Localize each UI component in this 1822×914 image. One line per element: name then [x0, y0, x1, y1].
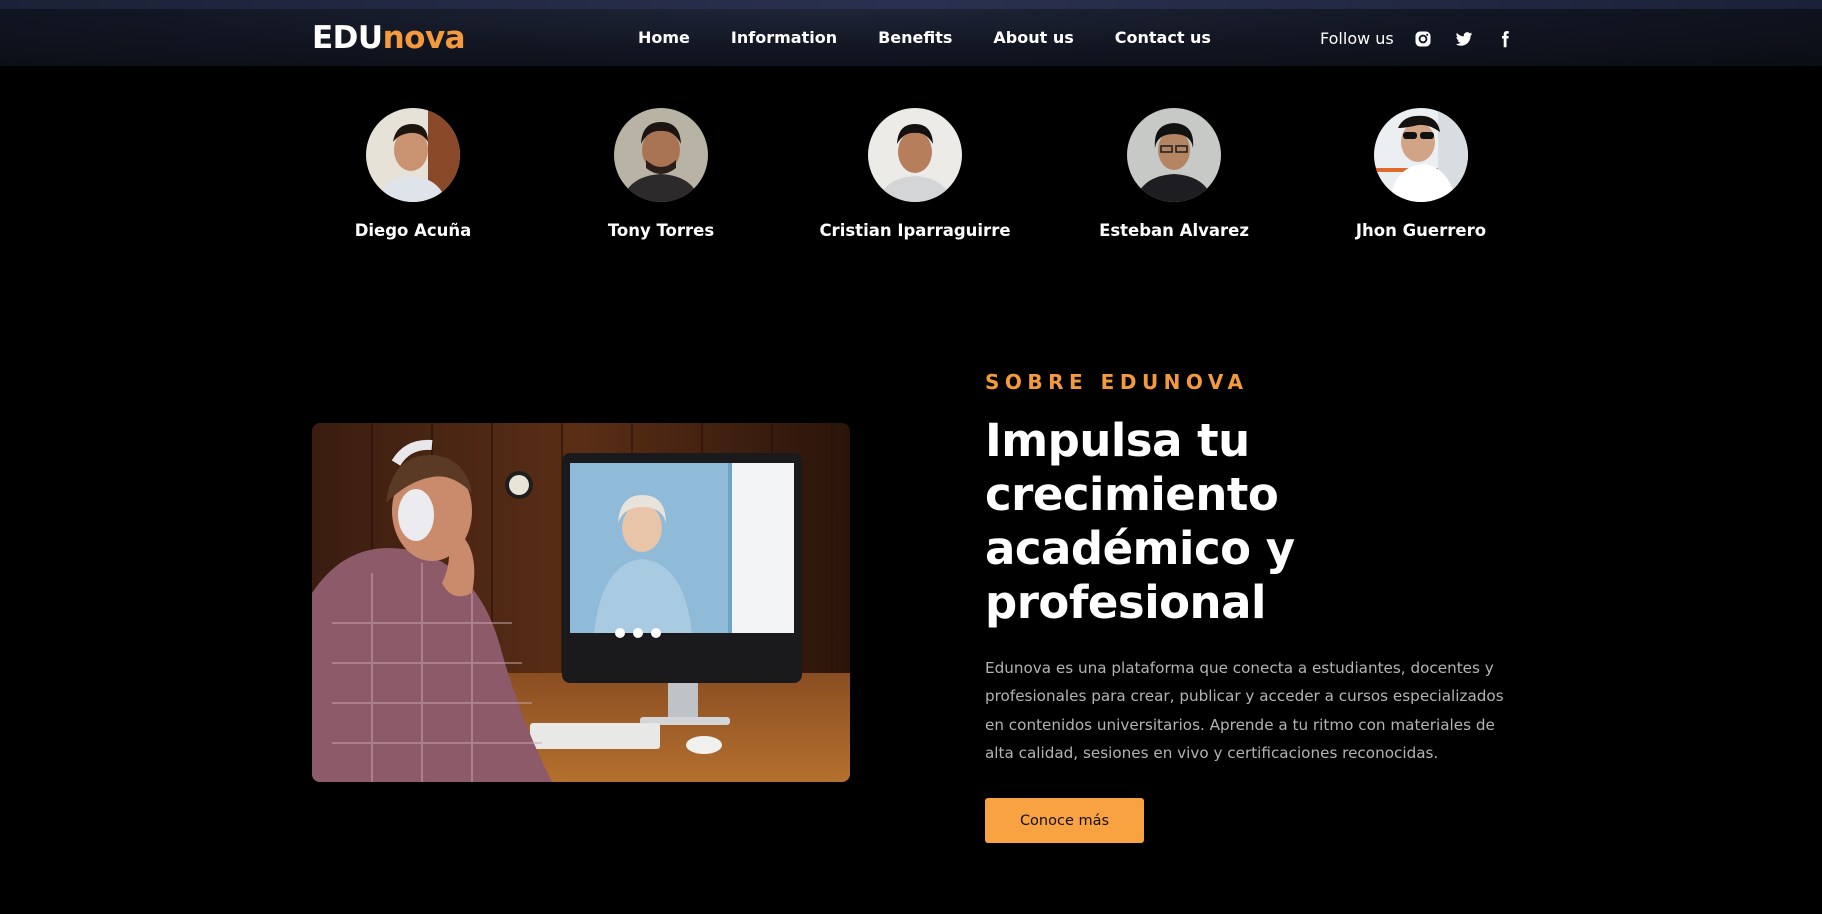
avatar-photo	[614, 108, 708, 202]
nav-benefits[interactable]: Benefits	[878, 28, 952, 47]
team-member-card: Esteban Alvarez	[1064, 108, 1284, 240]
online-class-photo	[312, 423, 850, 782]
logo[interactable]: EDUnova	[312, 20, 466, 56]
instagram-icon[interactable]	[1414, 30, 1432, 48]
team-member-name: Diego Acuña	[354, 221, 472, 240]
avatar-photo	[868, 108, 962, 202]
team-member-name: Jhon Guerrero	[1355, 221, 1487, 240]
avatar-photo	[366, 108, 460, 202]
team-member-name: Esteban Alvarez	[1099, 221, 1249, 240]
facebook-icon[interactable]	[1496, 30, 1514, 48]
avatar-photo	[1374, 108, 1468, 202]
nav-contact-us[interactable]: Contact us	[1115, 28, 1211, 47]
logo-nova-text: nova	[382, 20, 466, 56]
nav-information[interactable]: Information	[731, 28, 837, 47]
nav-about-us[interactable]: About us	[993, 28, 1073, 47]
team-member-name: Cristian Iparraguirre	[819, 221, 1011, 240]
team-member-card: Cristian Iparraguirre	[805, 108, 1025, 240]
team-member-card: Tony Torres	[551, 108, 771, 240]
twitter-icon[interactable]	[1455, 30, 1473, 48]
follow-us-group: Follow us	[1320, 29, 1537, 48]
nav-home[interactable]: Home	[638, 28, 690, 47]
logo-edu-text: EDU	[312, 20, 383, 56]
team-member-card: Jhon Guerrero	[1311, 108, 1531, 240]
section-eyebrow: SOBRE EDUNOVA	[985, 370, 1249, 394]
top-accent-bar	[0, 0, 1822, 9]
top-navbar: EDUnova Home Information Benefits About …	[0, 9, 1822, 66]
avatar-photo	[1127, 108, 1221, 202]
main-nav: Home Information Benefits About us Conta…	[638, 28, 1211, 47]
section-headline: Impulsa tu crecimiento académico y profe…	[985, 414, 1295, 629]
team-member-name: Tony Torres	[607, 221, 715, 240]
section-description: Edunova es una plataforma que conecta a …	[985, 659, 1504, 763]
learn-more-button[interactable]: Conoce más	[985, 798, 1144, 843]
follow-us-label: Follow us	[1320, 29, 1394, 48]
team-member-card: Diego Acuña	[303, 108, 523, 240]
